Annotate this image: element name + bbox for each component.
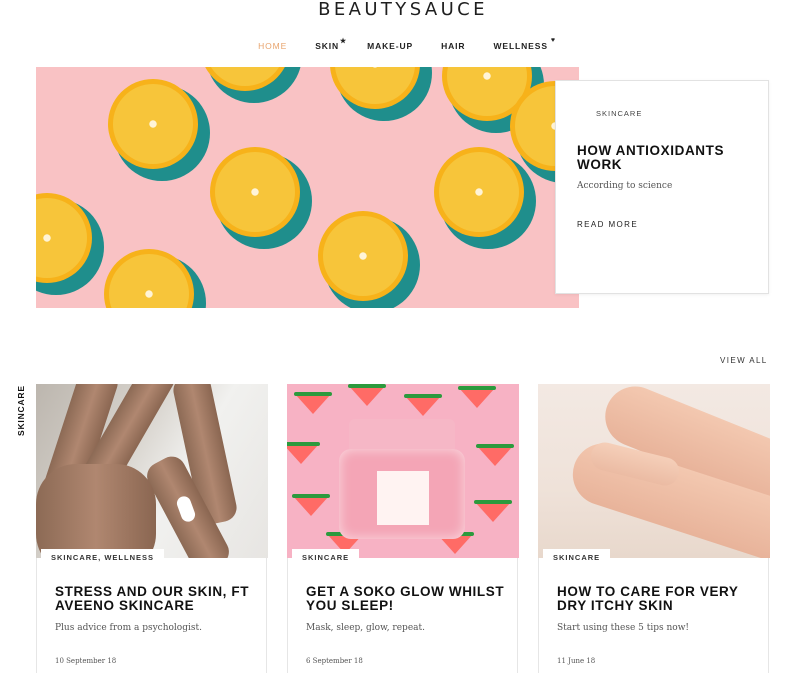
featured-article-card[interactable]: SKINCARE HOW ANTIOXIDANTS WORK According… [555,80,769,294]
read-more-link[interactable]: READ MORE [577,220,638,229]
article-title[interactable]: STRESS AND OUR SKIN, FT AVEENO SKINCARE [55,585,255,612]
article-title[interactable]: HOW ANTIOXIDANTS WORK [577,144,757,171]
article-card[interactable]: SKINCARE, WELLNESS STRESS AND OUR SKIN, … [36,384,268,673]
nav-item-label: HAIR [441,41,466,51]
orange-slice-image [104,249,206,308]
article-date: 11 June 18 [557,657,596,665]
nav-item-label: MAKE-UP [367,41,414,51]
nav-item-skin[interactable]: SKIN ★ [315,38,346,51]
section-label: SKINCARE [16,385,26,436]
article-date: 6 September 18 [306,657,363,665]
heart-icon: ♥ [550,37,556,44]
article-subtitle: According to science [577,181,673,191]
article-category[interactable]: SKINCARE [596,109,642,118]
nav-item-label: WELLNESS [493,41,548,51]
article-subtitle: Mask, sleep, glow, repeat. [306,623,425,633]
nav-item-makeup[interactable]: MAKE-UP [367,41,413,51]
orange-slice-image [210,147,312,249]
article-thumbnail[interactable] [36,384,268,558]
article-card-body [36,558,267,673]
article-tag[interactable]: SKINCARE, WELLNESS [41,549,165,566]
article-card[interactable]: SKINCARE HOW TO CARE FOR VERY DRY ITCHY … [538,384,770,673]
view-all-link[interactable]: VIEW ALL [720,356,768,365]
article-subtitle: Plus advice from a psychologist. [55,623,202,633]
site-logo[interactable]: BEAUTYSAUCE [0,0,806,20]
article-tag[interactable]: SKINCARE [543,549,611,566]
nav-item-home[interactable]: HOME [258,41,287,51]
article-thumbnail[interactable] [287,384,519,558]
hero-image[interactable] [36,67,579,308]
article-date: 10 September 18 [55,657,117,665]
article-title[interactable]: HOW TO CARE FOR VERY DRY ITCHY SKIN [557,585,757,612]
main-nav: HOME SKIN ★ MAKE-UP HAIR WELLNESS ♥ [0,37,806,51]
orange-slice-image [36,193,104,295]
orange-slice-image [200,67,302,103]
article-thumbnail[interactable] [538,384,770,558]
orange-slice-image [434,147,536,249]
product-jar-image [339,419,465,539]
nav-item-hair[interactable]: HAIR [441,41,465,51]
article-card[interactable]: SKINCARE GET A SOKO GLOW WHILST YOU SLEE… [287,384,519,673]
article-card-body [287,558,518,673]
orange-slice-image [108,79,210,181]
nav-item-label: HOME [258,41,288,51]
orange-slice-image [318,211,420,308]
nav-item-wellness[interactable]: WELLNESS ♥ [493,37,555,51]
nav-item-label: SKIN [315,41,340,51]
orange-slice-image [330,67,432,121]
article-tag[interactable]: SKINCARE [292,549,360,566]
star-icon: ★ [339,38,348,45]
article-card-body [538,558,769,673]
article-subtitle: Start using these 5 tips now! [557,623,690,633]
article-title[interactable]: GET A SOKO GLOW WHILST YOU SLEEP! [306,585,506,612]
